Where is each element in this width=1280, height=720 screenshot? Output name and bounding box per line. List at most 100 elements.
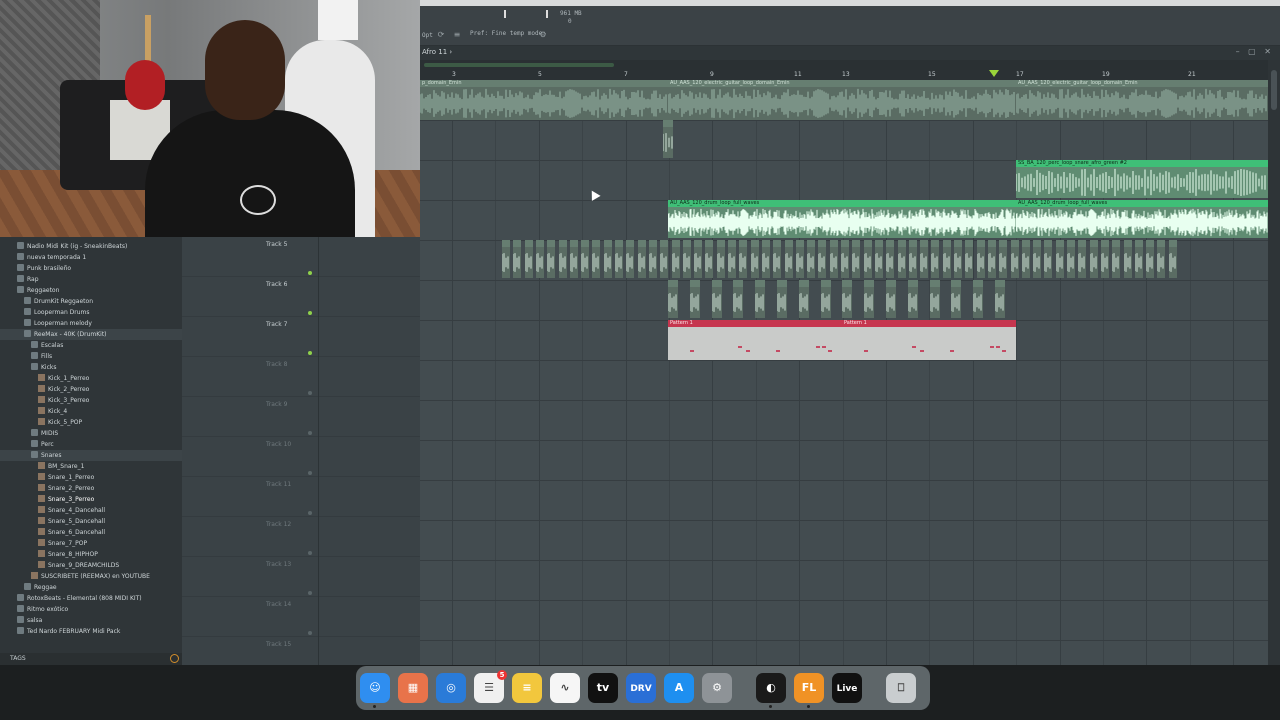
audio-clip-kick[interactable] bbox=[668, 280, 678, 318]
audio-clip-snare[interactable] bbox=[705, 240, 714, 278]
browser-folder[interactable]: salsa bbox=[0, 615, 182, 626]
playlist-grid[interactable]: p_domain_Emin AU_AAS_120_electric_guitar_… bbox=[420, 80, 1268, 665]
audio-clip-snare[interactable] bbox=[942, 240, 951, 278]
audio-clip-snare[interactable] bbox=[660, 240, 669, 278]
audio-clip-kick[interactable] bbox=[995, 280, 1005, 318]
audio-clip-snare[interactable] bbox=[773, 240, 782, 278]
browser-folder[interactable]: Escalas bbox=[0, 340, 182, 351]
browser-folder[interactable]: Kicks bbox=[0, 362, 182, 373]
track-mute-led[interactable] bbox=[308, 391, 312, 395]
browser-folder[interactable]: DrumKit Reggaeton bbox=[0, 296, 182, 307]
browser-folder[interactable]: Reggae bbox=[0, 582, 182, 593]
audio-clip-snare[interactable] bbox=[931, 240, 940, 278]
audio-clip-kick[interactable] bbox=[842, 280, 853, 318]
audio-clip-snare[interactable] bbox=[795, 240, 804, 278]
audio-clip-snare[interactable] bbox=[920, 240, 929, 278]
audio-clip-snare[interactable] bbox=[1078, 240, 1087, 278]
browser-file[interactable]: Kick_1_Perreo bbox=[0, 373, 182, 384]
audio-clip-snare[interactable] bbox=[886, 240, 895, 278]
audio-clip-snare[interactable] bbox=[829, 240, 838, 278]
audio-clip-snare[interactable] bbox=[750, 240, 759, 278]
scroll-thumb[interactable] bbox=[424, 63, 614, 67]
appletv-icon[interactable]: tv bbox=[588, 673, 618, 703]
audio-clip-snare[interactable] bbox=[615, 240, 623, 278]
browser-file[interactable]: Snare_9_DREAMCHILDS bbox=[0, 560, 182, 571]
appstore-icon[interactable]: A bbox=[664, 673, 694, 703]
browser-folder[interactable]: Rap bbox=[0, 274, 182, 285]
audio-clip-snare[interactable] bbox=[908, 240, 917, 278]
audio-clip-snare[interactable] bbox=[637, 240, 646, 278]
audio-clip-snare[interactable] bbox=[818, 240, 827, 278]
browser-folder[interactable]: nueva temporada 1 bbox=[0, 252, 182, 263]
launchpad-icon[interactable]: ▦ bbox=[398, 673, 428, 703]
audio-clip-snare[interactable] bbox=[592, 240, 601, 278]
browser-folder[interactable]: Looperman Drums bbox=[0, 307, 182, 318]
browser-folder[interactable]: Nadio Midi Kit (ig - SneakinBeats) bbox=[0, 241, 182, 252]
audio-clip-snare[interactable] bbox=[682, 240, 691, 278]
audio-clip-snare[interactable] bbox=[547, 240, 556, 278]
ableton-icon[interactable]: Live bbox=[832, 673, 862, 703]
menu-icon[interactable]: ≡ bbox=[452, 30, 462, 40]
audio-clip-kick[interactable] bbox=[973, 280, 984, 318]
audio-clip-snare[interactable] bbox=[1100, 240, 1109, 278]
audio-clip-snare[interactable] bbox=[1168, 240, 1177, 278]
audio-clip-snare[interactable] bbox=[1089, 240, 1098, 278]
audio-clip-guitar[interactable]: AU_AAS_120_electric_guitar_loop_domain_E… bbox=[668, 80, 1016, 120]
audio-clip-snare[interactable] bbox=[524, 240, 533, 278]
audio-clip-kick[interactable] bbox=[951, 280, 962, 318]
trash-icon[interactable]: ⎕ bbox=[886, 673, 916, 703]
browser-folder[interactable]: RotoxBeats - Elemental (808 MIDI KIT) bbox=[0, 593, 182, 604]
browser-file[interactable]: BM_Snare_1 bbox=[0, 461, 182, 472]
audio-clip-snare[interactable] bbox=[648, 240, 657, 278]
audio-clip-kick[interactable] bbox=[798, 280, 809, 318]
audio-clip-kick[interactable] bbox=[864, 280, 875, 318]
audio-clip-kick[interactable] bbox=[755, 280, 766, 318]
track-mute-led[interactable] bbox=[308, 511, 312, 515]
audio-clip-snare[interactable] bbox=[581, 240, 590, 278]
track-header[interactable]: Track 6 bbox=[182, 277, 420, 317]
pattern-clip[interactable]: Pattern 1 bbox=[842, 320, 1016, 360]
browser-file[interactable]: Snare_4_Dancehall bbox=[0, 505, 182, 516]
audio-clip-snare[interactable] bbox=[807, 240, 816, 278]
audio-clip-snare[interactable] bbox=[1033, 240, 1042, 278]
audio-clip-kick[interactable] bbox=[907, 280, 918, 318]
audio-clip-kick[interactable] bbox=[711, 280, 722, 318]
audio-clip-snare[interactable] bbox=[513, 240, 522, 278]
audio-clip-short[interactable] bbox=[663, 120, 673, 158]
track-header[interactable]: Track 9 bbox=[182, 397, 420, 437]
track-mute-led[interactable] bbox=[308, 311, 312, 315]
track-mute-led[interactable] bbox=[308, 351, 312, 355]
settings-icon[interactable]: ⚙ bbox=[702, 673, 732, 703]
audio-clip-snare[interactable] bbox=[965, 240, 974, 278]
audio-clip-snare[interactable] bbox=[1157, 240, 1166, 278]
audio-clip-perc[interactable]: SS_BA_120_perc_loop_snare_afro_green #2 bbox=[1016, 160, 1268, 198]
audio-clip-snare[interactable] bbox=[1021, 240, 1030, 278]
browser-file[interactable]: Snare_5_Dancehall bbox=[0, 516, 182, 527]
audio-clip-snare[interactable] bbox=[761, 240, 770, 278]
audio-clip-snare[interactable] bbox=[874, 240, 883, 278]
browser-file[interactable]: SUSCRIBETE (REEMAX) en YOUTUBE bbox=[0, 571, 182, 582]
timeline-ruler[interactable]: 3 5 7 9 11 13 15 17 19 21 bbox=[420, 70, 1268, 80]
vertical-scrollbar[interactable] bbox=[1268, 60, 1280, 665]
browser-file[interactable]: Kick_2_Perreo bbox=[0, 384, 182, 395]
flstudio-icon[interactable]: FL bbox=[794, 673, 824, 708]
loop-icon[interactable]: ⟳ bbox=[436, 30, 446, 40]
audio-clip-snare[interactable] bbox=[716, 240, 725, 278]
browser-file[interactable]: Snare_7_POP bbox=[0, 538, 182, 549]
browser-folder[interactable]: Fills bbox=[0, 351, 182, 362]
browser-file[interactable]: Snare_6_Dancehall bbox=[0, 527, 182, 538]
track-mute-led[interactable] bbox=[308, 551, 312, 555]
track-mute-led[interactable] bbox=[308, 431, 312, 435]
audio-clip-snare[interactable] bbox=[784, 240, 793, 278]
audio-clip-snare[interactable] bbox=[1067, 240, 1075, 278]
audio-clip-kick[interactable] bbox=[777, 280, 787, 318]
notes-icon[interactable]: ≡ bbox=[512, 673, 542, 703]
track-mute-led[interactable] bbox=[308, 631, 312, 635]
track-header[interactable]: Track 8 bbox=[182, 357, 420, 397]
audio-clip-snare[interactable] bbox=[1055, 240, 1064, 278]
audio-clip-drum[interactable]: AU_AAS_120_drum_loop_full_waves bbox=[1016, 200, 1268, 238]
finder-icon[interactable]: ☺ bbox=[360, 673, 390, 708]
audio-clip-drum[interactable]: AU_AAS_120_drum_loop_full_waves bbox=[668, 200, 1016, 238]
track-mute-led[interactable] bbox=[308, 591, 312, 595]
audio-clip-kick[interactable] bbox=[689, 280, 700, 318]
